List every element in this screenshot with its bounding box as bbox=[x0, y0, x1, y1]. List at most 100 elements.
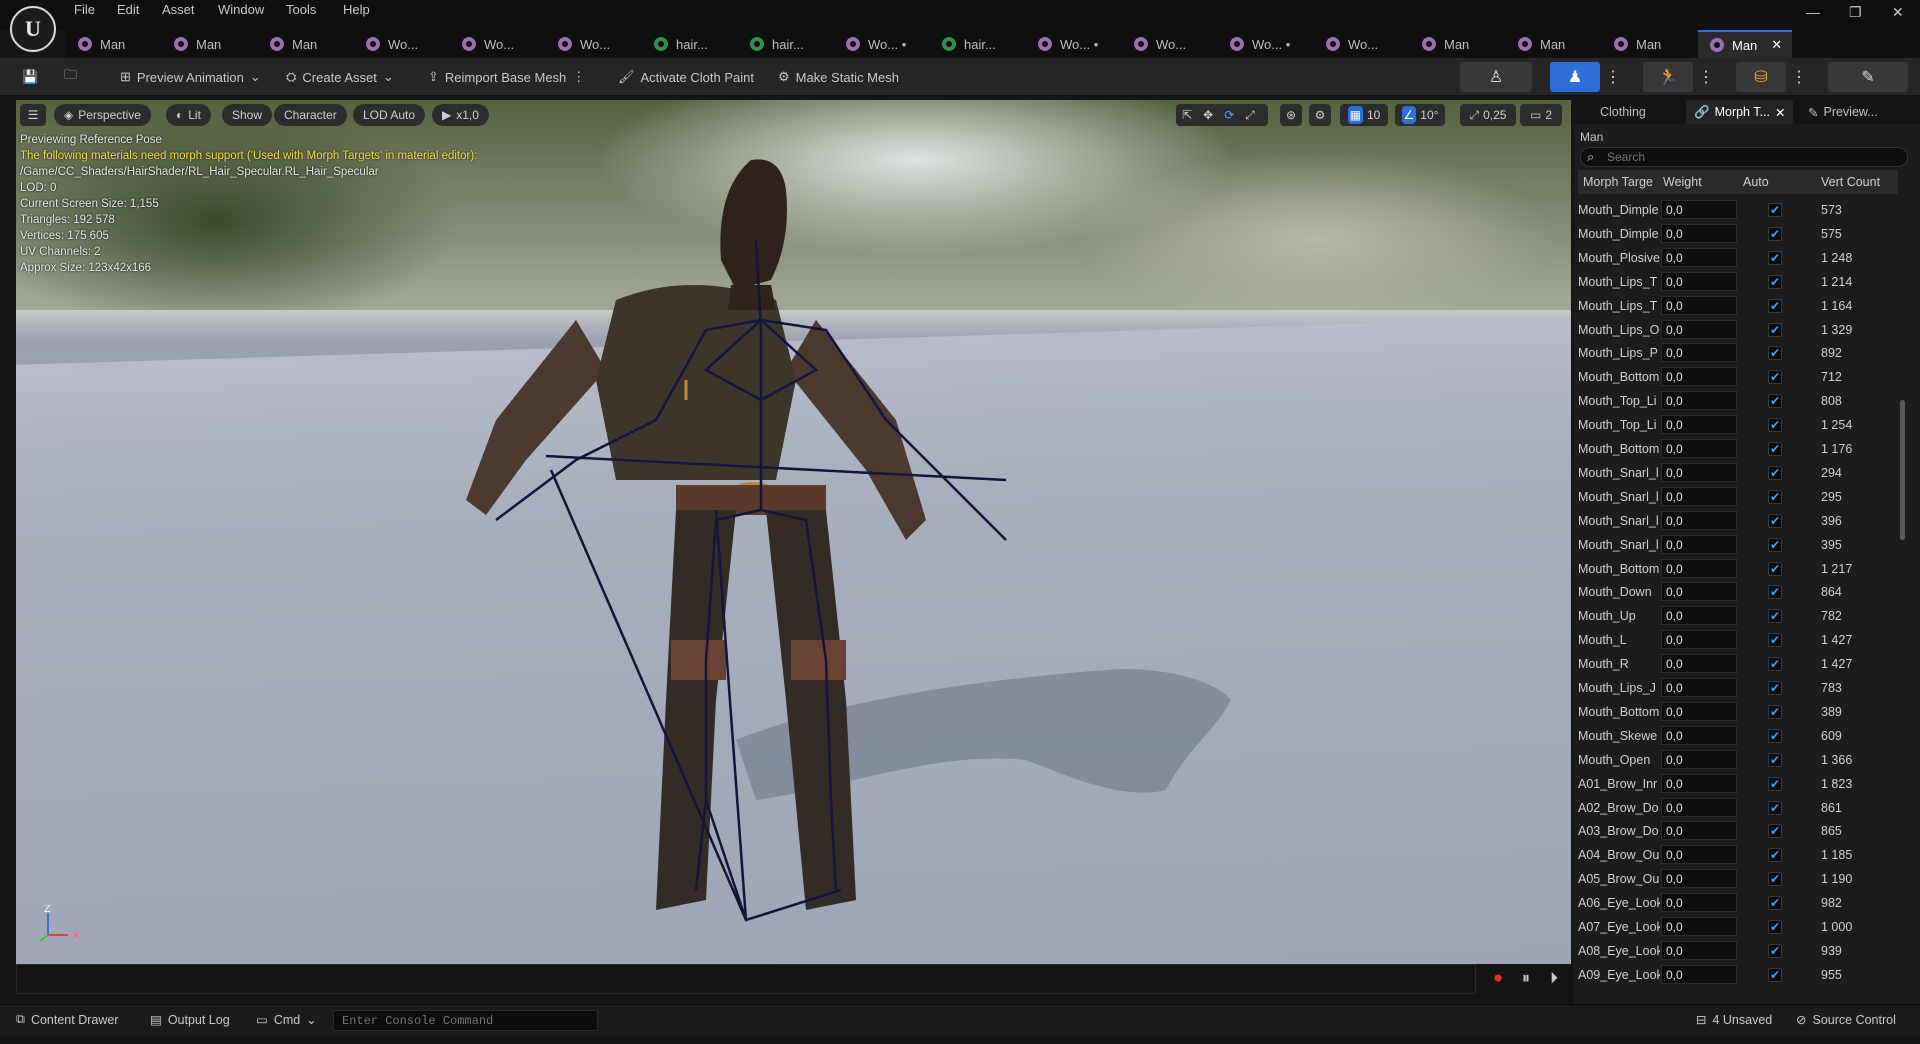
asset-tab[interactable]: Wo... bbox=[450, 30, 542, 58]
menu-window[interactable]: Window bbox=[218, 2, 264, 17]
close-icon[interactable]: ✕ bbox=[1892, 4, 1904, 21]
table-row[interactable]: Mouth_Plosive 0,0 ✔ 1 248 bbox=[1578, 246, 1898, 270]
column-vert-count[interactable]: Vert Count bbox=[1821, 175, 1880, 189]
table-row[interactable]: Mouth_Dimple 0,0 ✔ 575 bbox=[1578, 222, 1898, 246]
skeleton-mode-icon[interactable]: ♙ bbox=[1460, 62, 1532, 92]
weight-input[interactable]: 0,0 bbox=[1661, 940, 1737, 960]
weight-input[interactable]: 0,0 bbox=[1661, 630, 1737, 650]
mesh-mode-icon[interactable]: ♟ bbox=[1550, 62, 1600, 92]
table-row[interactable]: Mouth_Top_Li 0,0 ✔ 808 bbox=[1578, 389, 1898, 413]
table-row[interactable]: Mouth_Bottom 0,0 ✔ 1 176 bbox=[1578, 437, 1898, 461]
step-forward-icon[interactable]: ⏵ bbox=[1550, 970, 1558, 988]
restore-icon[interactable]: ❐ bbox=[1849, 4, 1862, 21]
table-row[interactable]: Mouth_Lips_T 0,0 ✔ 1 214 bbox=[1578, 270, 1898, 294]
auto-checkbox[interactable]: ✔ bbox=[1768, 872, 1782, 887]
weight-input[interactable]: 0,0 bbox=[1661, 271, 1737, 291]
more-options-icon[interactable]: ⋮ bbox=[572, 69, 585, 85]
panel-scrollbar[interactable] bbox=[1900, 400, 1905, 540]
asset-tab[interactable]: Wo... • bbox=[834, 30, 926, 58]
weight-input[interactable]: 0,0 bbox=[1661, 678, 1737, 697]
auto-checkbox[interactable]: ✔ bbox=[1768, 920, 1782, 934]
asset-tab[interactable]: hair... bbox=[930, 30, 1022, 58]
pause-icon[interactable]: ⏸ bbox=[1522, 970, 1530, 988]
unsaved-button[interactable]: ⊟ 4 Unsaved bbox=[1696, 1012, 1772, 1028]
weight-input[interactable]: 0,0 bbox=[1661, 319, 1737, 339]
asset-tab[interactable]: hair... bbox=[738, 30, 830, 58]
table-row[interactable]: Mouth_Lips_O 0,0 ✔ 1 329 bbox=[1578, 318, 1898, 342]
table-row[interactable]: Mouth_Snarl_l 0,0 ✔ 295 bbox=[1578, 485, 1898, 509]
auto-checkbox[interactable]: ✔ bbox=[1768, 465, 1782, 480]
weight-input[interactable]: 0,0 bbox=[1661, 821, 1737, 841]
auto-checkbox[interactable]: ✔ bbox=[1768, 728, 1782, 743]
asset-tab[interactable]: Man bbox=[66, 30, 158, 58]
scale-snap-button[interactable]: ⤢ 0,25 bbox=[1460, 104, 1516, 126]
menu-edit[interactable]: Edit bbox=[117, 2, 139, 17]
more-options-icon[interactable]: ⋮ bbox=[1790, 62, 1808, 92]
weight-input[interactable]: 0,0 bbox=[1661, 247, 1737, 267]
table-row[interactable]: Mouth_Snarl_l 0,0 ✔ 396 bbox=[1578, 509, 1898, 533]
table-row[interactable]: Mouth_Lips_P 0,0 ✔ 892 bbox=[1578, 341, 1898, 365]
asset-tab[interactable]: Man ✕ bbox=[1698, 30, 1792, 58]
auto-checkbox[interactable]: ✔ bbox=[1768, 513, 1782, 528]
asset-tab[interactable]: Wo... • bbox=[1218, 30, 1310, 58]
viewport-menu-icon[interactable]: ☰ bbox=[20, 104, 46, 126]
weight-input[interactable]: 0,0 bbox=[1661, 917, 1737, 936]
rotation-snap-button[interactable]: ∠ 10° bbox=[1395, 104, 1445, 126]
auto-checkbox[interactable]: ✔ bbox=[1768, 322, 1782, 337]
weight-input[interactable]: 0,0 bbox=[1661, 295, 1737, 315]
more-options-icon[interactable]: ⋮ bbox=[1604, 62, 1622, 92]
auto-checkbox[interactable]: ✔ bbox=[1768, 609, 1782, 624]
weight-input[interactable]: 0,0 bbox=[1661, 893, 1737, 913]
close-icon[interactable]: ✕ bbox=[1775, 105, 1785, 120]
camera-speed-button[interactable]: ▭ 2 bbox=[1520, 104, 1562, 126]
table-row[interactable]: Mouth_Open 0,0 ✔ 1 366 bbox=[1578, 748, 1898, 772]
table-row[interactable]: Mouth_Snarl_l 0,0 ✔ 395 bbox=[1578, 533, 1898, 557]
table-row[interactable]: A09_Eye_Look 0,0 ✔ 955 bbox=[1578, 963, 1898, 987]
weight-input[interactable]: 0,0 bbox=[1661, 439, 1737, 458]
close-icon[interactable]: ✕ bbox=[1771, 37, 1782, 53]
auto-checkbox[interactable]: ✔ bbox=[1768, 824, 1782, 839]
create-asset-button[interactable]: ⛭ Create Asset ⌄ bbox=[286, 64, 394, 90]
asset-tab[interactable]: Man bbox=[1506, 30, 1598, 58]
auto-checkbox[interactable]: ✔ bbox=[1768, 298, 1782, 313]
auto-checkbox[interactable]: ✔ bbox=[1768, 418, 1782, 433]
weight-input[interactable]: 0,0 bbox=[1661, 558, 1737, 578]
weight-input[interactable]: 0,0 bbox=[1661, 510, 1737, 530]
table-row[interactable]: A02_Brow_Do 0,0 ✔ 861 bbox=[1578, 796, 1898, 820]
table-row[interactable]: Mouth_R 0,0 ✔ 1 427 bbox=[1578, 652, 1898, 676]
table-row[interactable]: Mouth_Down 0,0 ✔ 864 bbox=[1578, 580, 1898, 604]
weight-input[interactable]: 0,0 bbox=[1661, 462, 1737, 482]
weight-input[interactable]: 0,0 bbox=[1661, 773, 1737, 793]
column-weight[interactable]: Weight bbox=[1663, 175, 1702, 189]
preview-animation-button[interactable]: ⊞ Preview Animation ⌄ bbox=[120, 64, 261, 90]
auto-checkbox[interactable]: ✔ bbox=[1768, 776, 1782, 791]
asset-tab[interactable]: Wo... • bbox=[1026, 30, 1118, 58]
make-static-mesh-button[interactable]: ⚙ Make Static Mesh bbox=[778, 64, 899, 90]
auto-checkbox[interactable]: ✔ bbox=[1768, 896, 1782, 911]
table-row[interactable]: Mouth_Bottom 0,0 ✔ 712 bbox=[1578, 365, 1898, 389]
weight-input[interactable]: 0,0 bbox=[1661, 654, 1737, 674]
more-options-icon[interactable]: ⋮ bbox=[1697, 62, 1715, 92]
asset-tab[interactable]: Man bbox=[1602, 30, 1694, 58]
source-control-button[interactable]: ⊘ Source Control bbox=[1796, 1012, 1896, 1028]
menu-asset[interactable]: Asset bbox=[162, 2, 195, 17]
surface-snap-icon[interactable]: ⚙ bbox=[1309, 104, 1331, 126]
weight-input[interactable]: 0,0 bbox=[1661, 606, 1737, 626]
auto-checkbox[interactable]: ✔ bbox=[1768, 226, 1782, 241]
table-row[interactable]: A04_Brow_Ou 0,0 ✔ 1 185 bbox=[1578, 843, 1898, 867]
tab-preview[interactable]: ✎ Preview... bbox=[1800, 100, 1886, 124]
tab-clothing[interactable]: Clothing bbox=[1592, 100, 1654, 124]
table-row[interactable]: Mouth_Bottom 0,0 ✔ 389 bbox=[1578, 700, 1898, 724]
auto-checkbox[interactable]: ✔ bbox=[1768, 657, 1782, 672]
table-row[interactable]: A03_Brow_Do 0,0 ✔ 865 bbox=[1578, 819, 1898, 843]
auto-checkbox[interactable]: ✔ bbox=[1768, 752, 1782, 767]
rotate-icon[interactable]: ⟳ bbox=[1224, 108, 1241, 122]
weight-input[interactable]: 0,0 bbox=[1661, 582, 1737, 602]
weight-input[interactable]: 0,0 bbox=[1661, 391, 1737, 411]
output-log-button[interactable]: ▤ Output Log bbox=[150, 1012, 230, 1028]
physics-mode-icon[interactable]: ✎ bbox=[1828, 62, 1908, 92]
weight-input[interactable]: 0,0 bbox=[1661, 534, 1737, 554]
auto-checkbox[interactable]: ✔ bbox=[1768, 489, 1782, 504]
asset-tab[interactable]: Wo... bbox=[546, 30, 638, 58]
activate-cloth-paint-button[interactable]: 🖌 Activate Cloth Paint bbox=[618, 64, 754, 90]
